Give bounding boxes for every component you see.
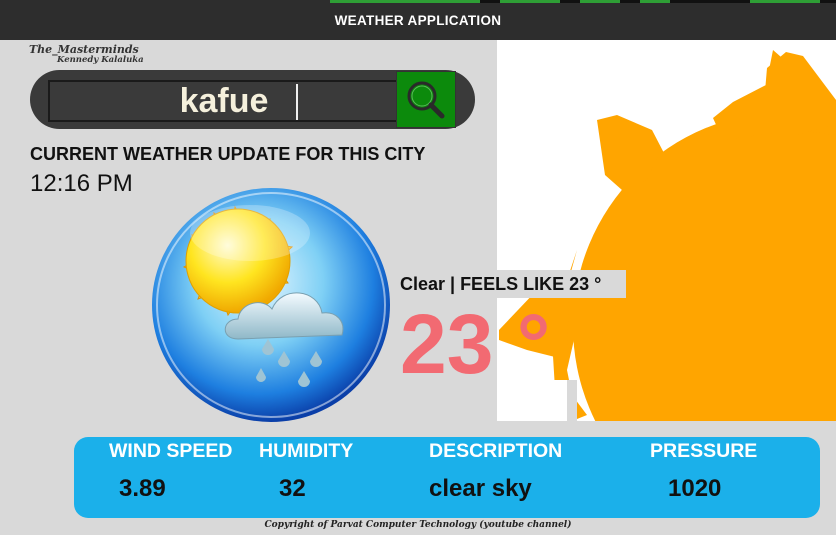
wind-speed-label: WIND SPEED <box>109 440 233 462</box>
sun-cloud-rain-icon <box>152 188 390 422</box>
search-button[interactable] <box>396 71 456 128</box>
title-bar: WEATHER APPLICATION <box>0 0 836 40</box>
feels-like-text: Clear | FEELS LIKE 23 ° <box>398 270 626 298</box>
temperature-value: 23 ° <box>400 297 551 391</box>
humidity-label: HUMIDITY <box>259 440 354 462</box>
brand-signature: The_Masterminds Kennedy Kalaluka <box>29 43 144 65</box>
pressure-label: PRESSURE <box>650 440 758 462</box>
description-label: DESCRIPTION <box>429 440 563 462</box>
search-input[interactable] <box>48 80 400 122</box>
search-icon <box>407 81 445 119</box>
description-value: clear sky <box>429 475 532 502</box>
window-title: WEATHER APPLICATION <box>334 13 502 28</box>
title-bar-edge <box>330 0 836 3</box>
copyright-footer: Copyright of Parvat Computer Technology … <box>264 520 572 530</box>
current-time: 12:16 PM <box>30 170 133 197</box>
brand-line-2: Kennedy Kalaluka <box>57 55 144 65</box>
humidity-value: 32 <box>279 475 306 502</box>
weather-details-panel: WIND SPEED 3.89 HUMIDITY 32 DESCRIPTION … <box>74 437 820 518</box>
text-caret <box>296 84 298 120</box>
pressure-value: 1020 <box>668 475 722 502</box>
wind-speed-value: 3.89 <box>119 475 166 502</box>
page-heading: CURRENT WEATHER UPDATE FOR THIS CITY <box>30 144 426 164</box>
